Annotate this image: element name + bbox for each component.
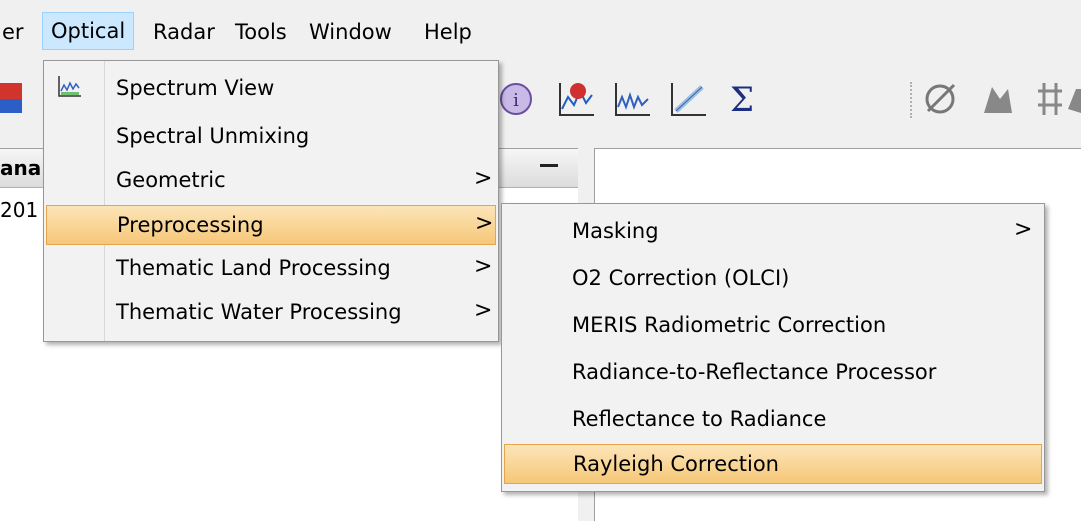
minimize-icon[interactable] [540, 164, 558, 167]
menu-item-label: Thematic Water Processing [116, 300, 402, 324]
spectrum-view-icon [58, 76, 81, 97]
menu-item-geometric[interactable]: Geometric > [46, 161, 496, 201]
menu-bar: er Optical Radar Tools Window Help [0, 0, 1081, 60]
optical-menu: Spectrum View Spectral Unmixing Geometri… [43, 60, 499, 342]
menu-item-thematic-water-processing[interactable]: Thematic Water Processing > [46, 293, 496, 333]
menu-item-label: Preprocessing [117, 213, 264, 237]
menu-help[interactable]: Help [416, 14, 480, 50]
menu-item-label: Geometric [116, 168, 226, 192]
menu-item-reflectance-to-radiance[interactable]: Reflectance to Radiance [504, 400, 1042, 440]
menu-item-label: Rayleigh Correction [573, 452, 779, 476]
product-library-icon[interactable] [0, 79, 26, 119]
menu-window[interactable]: Window [301, 14, 400, 50]
menu-item-masking[interactable]: Masking > [504, 212, 1042, 252]
menu-radar[interactable]: Radar [145, 14, 223, 50]
pin-manager-icon[interactable] [978, 79, 1018, 119]
submenu-arrow-icon: > [475, 211, 494, 236]
panel-tree-item[interactable]: 201 [0, 198, 38, 222]
statistics-sum-icon[interactable]: Σ [722, 79, 762, 119]
menu-item-label: Radiance-to-Reflectance Processor [572, 360, 937, 384]
menu-item-radiance-to-reflectance[interactable]: Radiance-to-Reflectance Processor [504, 353, 1042, 393]
preprocessing-submenu: Masking > O2 Correction (OLCI) MERIS Rad… [501, 203, 1045, 492]
scatter-plot-icon[interactable] [668, 79, 708, 119]
menu-item-label: Masking [572, 219, 659, 243]
panel-title: ana [0, 156, 42, 180]
toolbar-separator [910, 82, 912, 118]
menu-item-thematic-land-processing[interactable]: Thematic Land Processing > [46, 249, 496, 289]
spectrum-plot-icon[interactable] [556, 79, 596, 119]
menu-item-spectrum-view[interactable]: Spectrum View [46, 69, 496, 109]
menu-raster[interactable]: er [0, 14, 32, 50]
information-icon[interactable]: i [496, 79, 536, 119]
svg-text:i: i [513, 90, 519, 111]
svg-text:Σ: Σ [730, 80, 754, 119]
menu-tools[interactable]: Tools [227, 14, 295, 50]
menu-item-preprocessing[interactable]: Preprocessing > [46, 205, 496, 245]
submenu-arrow-icon: > [474, 254, 493, 279]
menu-item-rayleigh-correction[interactable]: Rayleigh Correction [504, 444, 1042, 484]
menu-item-meris-radiometric-correction[interactable]: MERIS Radiometric Correction [504, 306, 1042, 346]
menu-item-label: Reflectance to Radiance [572, 407, 827, 431]
menu-item-label: Thematic Land Processing [116, 256, 391, 280]
submenu-arrow-icon: > [474, 166, 493, 191]
layer-remove-icon[interactable] [922, 79, 962, 119]
menu-item-label: Spectral Unmixing [116, 124, 310, 148]
submenu-arrow-icon: > [1014, 217, 1033, 242]
profile-plot-icon[interactable] [612, 79, 652, 119]
menu-item-o2-correction[interactable]: O2 Correction (OLCI) [504, 259, 1042, 299]
submenu-arrow-icon: > [474, 298, 493, 323]
graticule-icon[interactable] [1030, 79, 1070, 119]
menu-optical[interactable]: Optical [42, 12, 135, 50]
menu-item-label: MERIS Radiometric Correction [572, 313, 887, 337]
menu-item-label: Spectrum View [116, 76, 275, 100]
menu-item-label: O2 Correction (OLCI) [572, 266, 790, 290]
menu-item-spectral-unmixing[interactable]: Spectral Unmixing [46, 117, 496, 157]
world-map-icon[interactable] [1066, 79, 1081, 119]
